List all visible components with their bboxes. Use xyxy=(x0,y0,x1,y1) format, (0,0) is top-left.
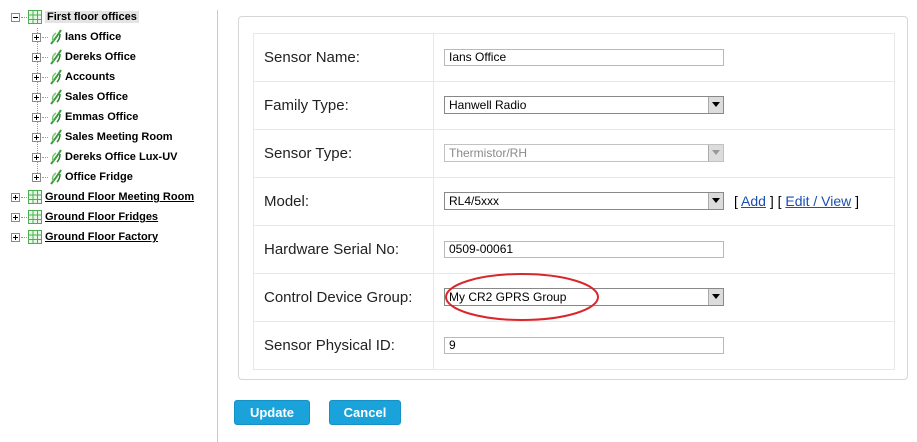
grid-icon xyxy=(28,210,42,224)
dropdown-arrow-icon xyxy=(708,145,723,162)
model-value: RL4/5xxx xyxy=(449,194,500,209)
edit-view-model-link[interactable]: Edit / View xyxy=(785,193,851,209)
expand-icon[interactable] xyxy=(32,72,41,82)
tree-node-label: Ground Floor Meeting Room xyxy=(45,191,195,203)
tree-node-sensor[interactable]: Accounts xyxy=(32,67,115,87)
sensor-icon xyxy=(50,149,62,165)
add-model-link[interactable]: Add xyxy=(741,193,766,209)
tree-node-group[interactable]: Ground Floor Fridges xyxy=(11,207,158,227)
tree-node-sensor[interactable]: Ians Office xyxy=(32,27,121,47)
control-device-group-value: My CR2 GPRS Group xyxy=(449,290,567,305)
tree-node-group[interactable]: Ground Floor Meeting Room xyxy=(11,187,194,207)
tree-node-label: Dereks Office xyxy=(65,51,136,63)
sensor-form-panel: Sensor Name: Ians Office Family Type: Ha… xyxy=(238,16,908,380)
tree-node-label: Office Fridge xyxy=(65,171,133,183)
control-device-group-select[interactable]: My CR2 GPRS Group xyxy=(444,288,724,307)
sensor-type-select: Thermistor/RH xyxy=(444,144,724,163)
family-type-label: Family Type: xyxy=(253,81,434,130)
sensor-icon xyxy=(50,169,62,185)
form-row-hardware-serial: Hardware Serial No: 0509-00061 xyxy=(253,225,895,274)
collapse-icon[interactable] xyxy=(11,12,20,22)
grid-icon xyxy=(28,190,42,204)
expand-icon[interactable] xyxy=(32,92,41,102)
cancel-button[interactable]: Cancel xyxy=(329,400,401,425)
sensor-icon xyxy=(50,49,62,65)
hardware-serial-label: Hardware Serial No: xyxy=(253,225,434,274)
tree-node-label: Sales Meeting Room xyxy=(65,131,173,143)
dropdown-arrow-icon[interactable] xyxy=(708,289,723,306)
sensor-physical-id-input[interactable]: 9 xyxy=(444,336,724,354)
tree-node-label: Ians Office xyxy=(65,31,122,43)
tree-node-label: Ground Floor Fridges xyxy=(45,211,159,223)
expand-icon[interactable] xyxy=(32,132,41,142)
family-type-select[interactable]: Hanwell Radio xyxy=(444,96,724,115)
expand-icon[interactable] xyxy=(32,112,41,122)
expand-icon[interactable] xyxy=(32,32,41,42)
grid-icon xyxy=(28,230,42,244)
tree-node-label: Dereks Office Lux-UV xyxy=(65,151,178,163)
sensor-icon xyxy=(50,109,62,125)
dropdown-arrow-icon[interactable] xyxy=(708,193,723,210)
tree-node-label: Sales Office xyxy=(65,91,128,103)
form-row-sensor-type: Sensor Type: Thermistor/RH xyxy=(253,129,895,178)
model-label: Model: xyxy=(253,177,434,226)
dropdown-arrow-icon[interactable] xyxy=(708,97,723,114)
control-device-group-label: Control Device Group: xyxy=(253,273,434,322)
sensor-physical-id-label: Sensor Physical ID: xyxy=(253,321,434,370)
expand-icon[interactable] xyxy=(32,152,41,162)
sensor-type-label: Sensor Type: xyxy=(253,129,434,178)
tree-node-label: Emmas Office xyxy=(65,111,139,123)
expand-icon[interactable] xyxy=(11,232,20,242)
tree-node-first-floor-offices[interactable]: First floor offices xyxy=(11,7,139,27)
grid-icon xyxy=(28,10,42,24)
expand-icon[interactable] xyxy=(11,212,20,222)
tree-node-sensor[interactable]: Office Fridge xyxy=(32,167,133,187)
tree-node-sensor[interactable]: Sales Office xyxy=(32,87,128,107)
model-links: [ Add ] [ Edit / View ] xyxy=(734,193,860,210)
expand-icon[interactable] xyxy=(32,52,41,62)
sensor-type-value: Thermistor/RH xyxy=(449,146,528,161)
form-row-control-device-group: Control Device Group: My CR2 GPRS Group xyxy=(253,273,895,322)
expand-icon[interactable] xyxy=(32,172,41,182)
form-row-sensor-physical-id: Sensor Physical ID: 9 xyxy=(253,321,895,370)
tree-node-sensor[interactable]: Sales Meeting Room xyxy=(32,127,173,147)
sensor-icon xyxy=(50,69,62,85)
model-select[interactable]: RL4/5xxx xyxy=(444,192,724,211)
tree-node-sensor[interactable]: Emmas Office xyxy=(32,107,138,127)
sensor-icon xyxy=(50,29,62,45)
sensor-icon xyxy=(50,89,62,105)
form-row-family-type: Family Type: Hanwell Radio xyxy=(253,81,895,130)
update-button[interactable]: Update xyxy=(234,400,310,425)
tree-node-label: Ground Floor Factory xyxy=(45,231,159,243)
form-row-model: Model: RL4/5xxx [ Add ] [ Edit / View ] xyxy=(253,177,895,226)
site-tree: First floor offices Ians Office Dereks Of… xyxy=(0,0,217,442)
tree-node-group[interactable]: Ground Floor Factory xyxy=(11,227,158,247)
tree-node-label: Accounts xyxy=(65,71,116,83)
hardware-serial-input[interactable]: 0509-00061 xyxy=(444,240,724,258)
tree-node-sensor[interactable]: Dereks Office xyxy=(32,47,136,67)
sensor-icon xyxy=(50,129,62,145)
sensor-form: Sensor Name: Ians Office Family Type: Ha… xyxy=(253,33,895,370)
pane-divider[interactable] xyxy=(217,10,218,442)
sensor-name-label: Sensor Name: xyxy=(253,33,434,82)
sensor-name-input[interactable]: Ians Office xyxy=(444,48,724,66)
form-row-sensor-name: Sensor Name: Ians Office xyxy=(253,33,895,82)
family-type-value: Hanwell Radio xyxy=(449,98,527,113)
expand-icon[interactable] xyxy=(11,192,20,202)
tree-node-label: First floor offices xyxy=(45,11,139,23)
tree-node-sensor[interactable]: Dereks Office Lux-UV xyxy=(32,147,177,167)
